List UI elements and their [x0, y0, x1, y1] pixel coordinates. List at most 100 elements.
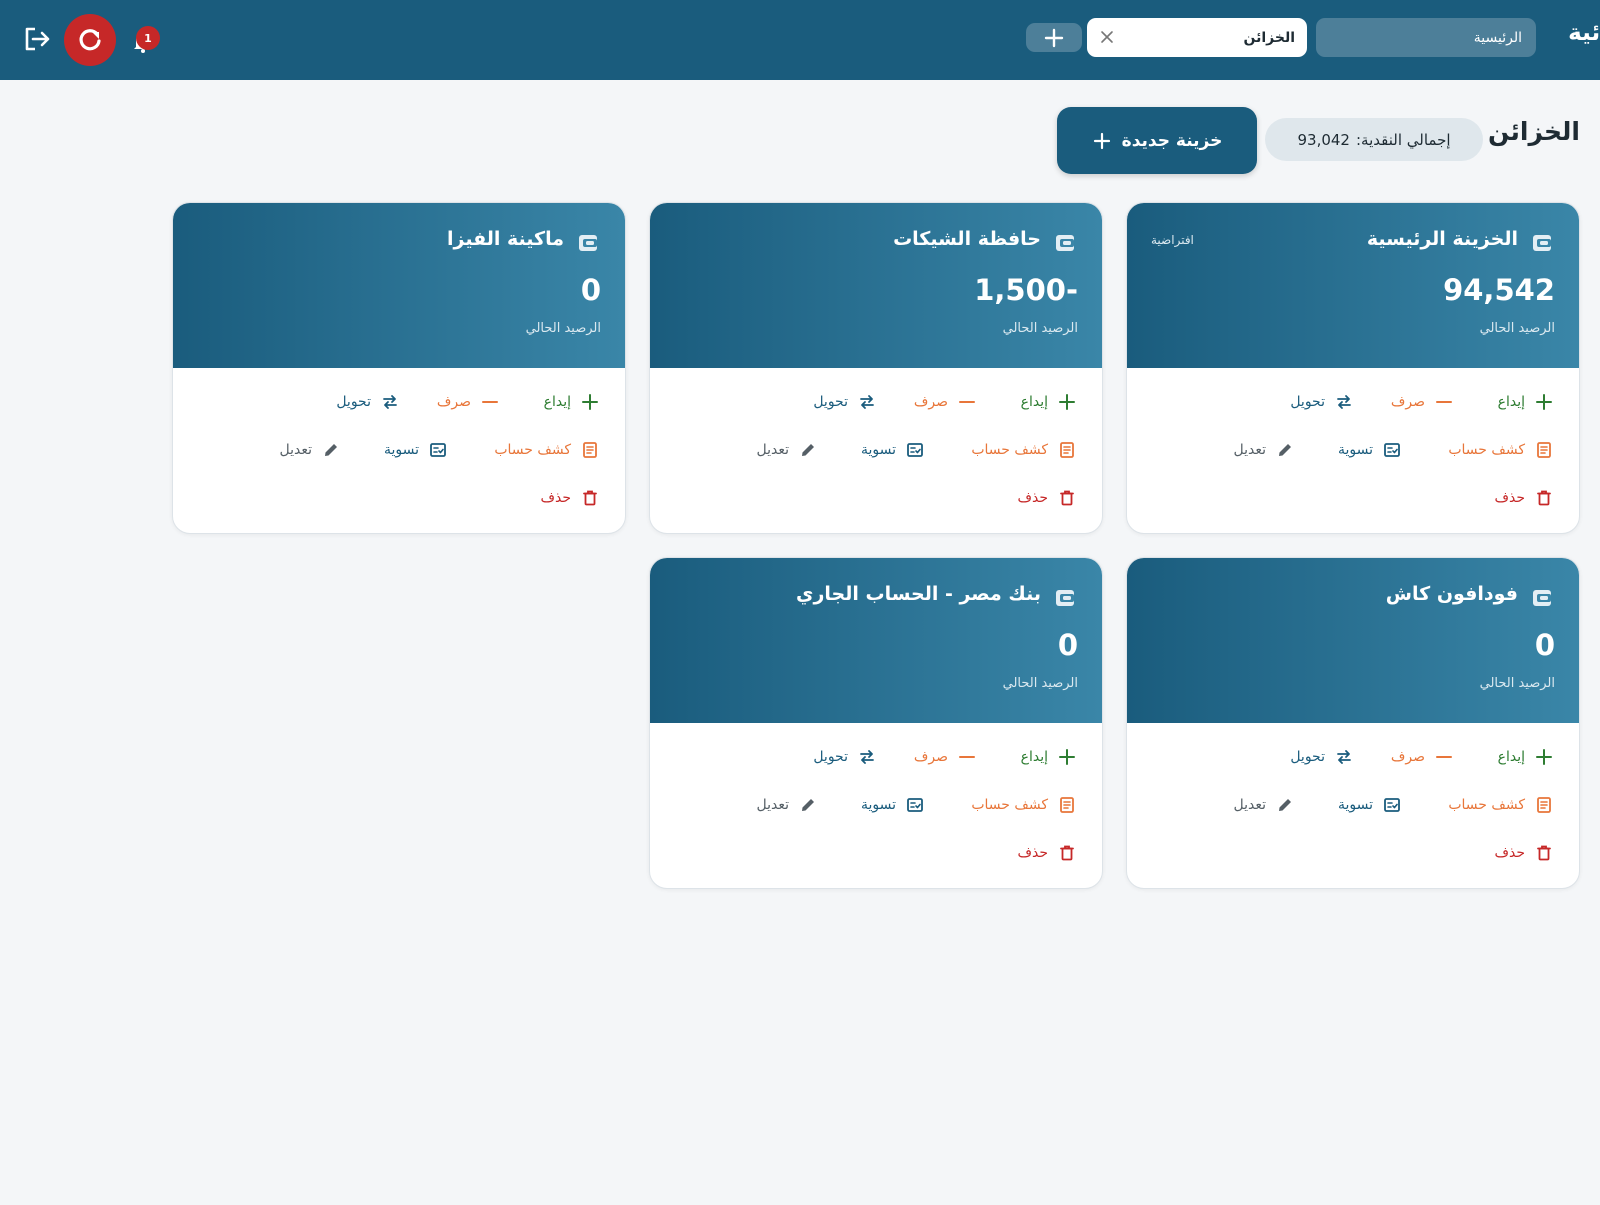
receipt-icon: [1060, 797, 1074, 813]
deposit-label: إيداع: [1497, 749, 1525, 765]
reconcile-label: تسوية: [860, 797, 896, 813]
transfer-label: تحويل: [813, 749, 848, 765]
transfer-button[interactable]: تحويل: [813, 748, 876, 766]
safe-card: بنك مصر - الحساب الجاري 0 الرصيد الحالي …: [649, 557, 1103, 889]
add-tab-button[interactable]: [1026, 23, 1082, 52]
swap-icon: [860, 750, 874, 764]
reconcile-button[interactable]: تسوية: [1338, 441, 1401, 459]
tab-home-label: الرئيسية: [1473, 29, 1522, 46]
wallet-icon: [1056, 235, 1074, 251]
withdraw-button[interactable]: صرف: [437, 393, 499, 411]
trash-icon: [1060, 845, 1074, 861]
edit-button[interactable]: تعديل: [1234, 796, 1295, 814]
checklist-icon: [1384, 443, 1400, 457]
close-icon[interactable]: [1097, 27, 1117, 47]
safe-card-header: بنك مصر - الحساب الجاري 0 الرصيد الحالي: [650, 558, 1102, 723]
new-safe-label: خزينة جديدة: [1121, 130, 1223, 151]
reconcile-button[interactable]: تسوية: [1338, 796, 1401, 814]
edit-button[interactable]: تعديل: [280, 441, 341, 459]
reconcile-label: تسوية: [1337, 797, 1373, 813]
edit-label: تعديل: [279, 442, 313, 458]
trash-icon: [1537, 490, 1551, 506]
deposit-button[interactable]: إيداع: [1498, 748, 1553, 766]
deposit-button[interactable]: إيداع: [544, 393, 599, 411]
receipt-icon: [583, 442, 597, 458]
trash-icon: [583, 490, 597, 506]
safe-name: ماكينة الفيزا: [446, 228, 564, 250]
wallet-icon: [1533, 235, 1551, 251]
cash-total-value: 93,042: [1297, 130, 1350, 149]
checklist-icon: [430, 443, 446, 457]
deposit-button[interactable]: إيداع: [1021, 748, 1076, 766]
reconcile-button[interactable]: تسوية: [861, 441, 924, 459]
balance-label: الرصيد الحالي: [525, 321, 601, 336]
swap-icon: [383, 395, 397, 409]
transfer-button[interactable]: تحويل: [1290, 393, 1353, 411]
deposit-button[interactable]: إيداع: [1498, 393, 1553, 411]
edit-label: تعديل: [756, 442, 790, 458]
plus-icon: [1093, 132, 1110, 149]
safe-card: الخزينة الرئيسية افتراضية 94,542 الرصيد …: [1126, 202, 1580, 534]
deposit-button[interactable]: إيداع: [1021, 393, 1076, 411]
reconcile-button[interactable]: تسوية: [384, 441, 447, 459]
balance-label: الرصيد الحالي: [1002, 321, 1078, 336]
logout-icon[interactable]: [22, 24, 52, 54]
withdraw-label: صرف: [1390, 394, 1425, 410]
default-badge: افتراضية: [1151, 233, 1194, 247]
tab-home[interactable]: الرئيسية: [1316, 18, 1536, 57]
withdraw-button[interactable]: صرف: [914, 393, 976, 411]
pencil-icon: [1279, 444, 1291, 456]
reconcile-button[interactable]: تسوية: [861, 796, 924, 814]
checklist-icon: [907, 443, 923, 457]
statement-label: كشف حساب: [971, 797, 1048, 813]
checklist-icon: [1384, 798, 1400, 812]
delete-button[interactable]: حذف: [1494, 489, 1553, 507]
delete-button[interactable]: حذف: [1017, 844, 1076, 862]
refresh-icon: [79, 29, 101, 51]
edit-button[interactable]: تعديل: [757, 441, 818, 459]
delete-button[interactable]: حذف: [1494, 844, 1553, 862]
plus-icon: [1044, 28, 1064, 47]
reconcile-label: تسوية: [1337, 442, 1373, 458]
tab-safes[interactable]: الخزائن: [1087, 18, 1307, 57]
statement-button[interactable]: كشف حساب: [494, 441, 599, 459]
edit-button[interactable]: تعديل: [1234, 441, 1295, 459]
pencil-icon: [802, 444, 814, 456]
swap-icon: [1337, 395, 1351, 409]
safe-card-header: الخزينة الرئيسية افتراضية 94,542 الرصيد …: [1127, 203, 1579, 368]
statement-button[interactable]: كشف حساب: [971, 796, 1076, 814]
statement-button[interactable]: كشف حساب: [1448, 796, 1553, 814]
safe-name: الخزينة الرئيسية: [1366, 228, 1518, 250]
balance-label: الرصيد الحالي: [1479, 321, 1555, 336]
withdraw-button[interactable]: صرف: [914, 748, 976, 766]
statement-label: كشف حساب: [971, 442, 1048, 458]
receipt-icon: [1537, 442, 1551, 458]
statement-button[interactable]: كشف حساب: [971, 441, 1076, 459]
transfer-button[interactable]: تحويل: [813, 393, 876, 411]
checklist-icon: [907, 798, 923, 812]
withdraw-button[interactable]: صرف: [1391, 393, 1453, 411]
balance-label: الرصيد الحالي: [1479, 676, 1555, 691]
delete-label: حذف: [1017, 490, 1048, 506]
delete-label: حذف: [1494, 490, 1525, 506]
delete-label: حذف: [1494, 845, 1525, 861]
refresh-button[interactable]: [64, 14, 116, 66]
safe-name: فودافون كاش: [1385, 583, 1518, 605]
transfer-button[interactable]: تحويل: [336, 393, 399, 411]
transfer-label: تحويل: [336, 394, 371, 410]
safe-card: فودافون كاش 0 الرصيد الحالي إيداع صرف تح…: [1126, 557, 1580, 889]
withdraw-button[interactable]: صرف: [1391, 748, 1453, 766]
delete-button[interactable]: حذف: [1017, 489, 1076, 507]
minus-icon: [1436, 756, 1452, 758]
delete-button[interactable]: حذف: [540, 489, 599, 507]
transfer-button[interactable]: تحويل: [1290, 748, 1353, 766]
withdraw-label: صرف: [913, 749, 948, 765]
trash-icon: [1060, 490, 1074, 506]
edit-button[interactable]: تعديل: [757, 796, 818, 814]
safe-card-header: حافظة الشيكات 1,500- الرصيد الحالي: [650, 203, 1102, 368]
plus-icon: [582, 394, 598, 410]
statement-button[interactable]: كشف حساب: [1448, 441, 1553, 459]
deposit-label: إيداع: [543, 394, 571, 410]
new-safe-button[interactable]: خزينة جديدة: [1057, 107, 1257, 174]
tab-safes-label: الخزائن: [1243, 29, 1295, 46]
